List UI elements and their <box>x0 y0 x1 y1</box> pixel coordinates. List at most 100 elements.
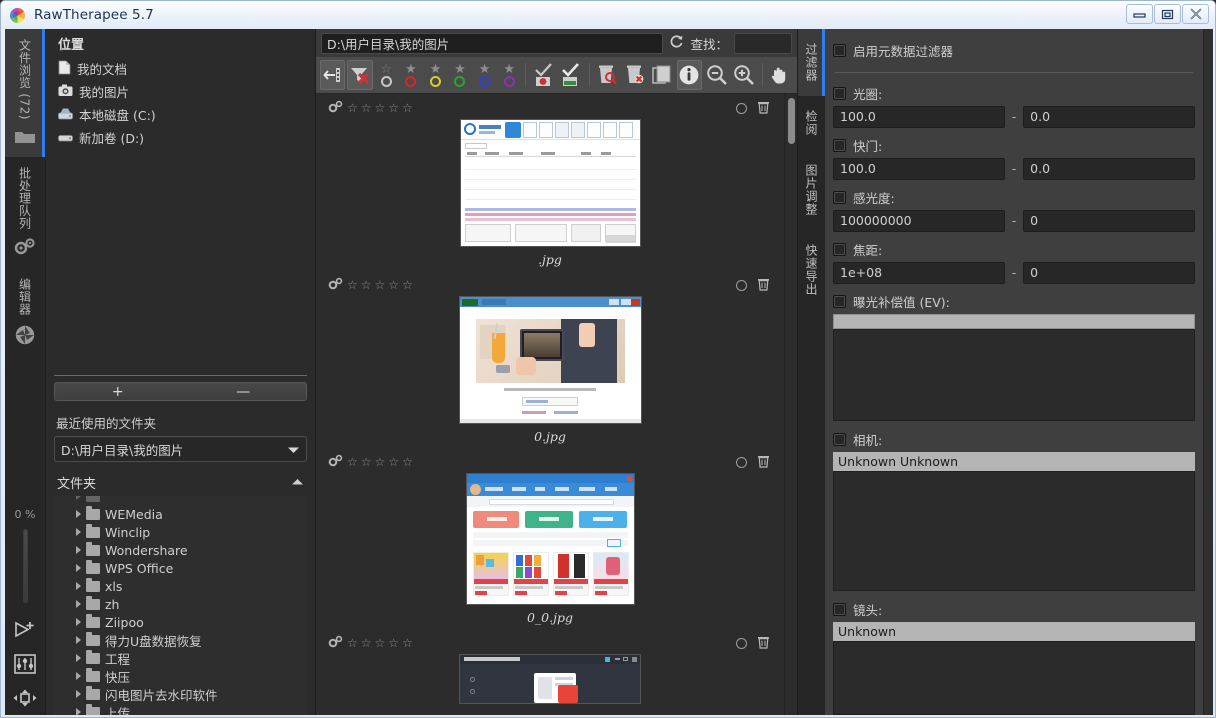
thumbnail-item[interactable]: ☆ ☆ ☆ ☆ ☆ <box>316 629 784 713</box>
star-icon[interactable]: ☆ <box>388 637 399 649</box>
star-icon[interactable]: ☆ <box>388 102 399 114</box>
thumbnail-image[interactable] <box>460 655 640 703</box>
thumbnail-item[interactable]: ☆ ☆ ☆ ☆ ☆ <box>316 448 784 629</box>
camera-list[interactable] <box>833 471 1195 592</box>
star-icon[interactable]: ☆ <box>402 102 413 114</box>
enable-metadata-filter-checkbox[interactable] <box>833 44 846 57</box>
chevron-right-icon[interactable] <box>76 528 81 536</box>
camera-checkbox[interactable] <box>833 433 846 447</box>
rating-0-filter[interactable]: ☆ <box>375 59 398 91</box>
iso-from-input[interactable]: 100000000 <box>833 209 1005 232</box>
aperture-row[interactable]: 光圈: <box>833 84 1195 103</box>
star-icon[interactable]: ☆ <box>361 279 372 291</box>
star-icon[interactable]: ☆ <box>375 102 386 114</box>
focal-length-checkbox[interactable] <box>833 242 846 256</box>
aperture-checkbox[interactable] <box>833 86 846 100</box>
thumbnail-image[interactable] <box>459 297 641 423</box>
exposure-compensation-selected-row[interactable] <box>833 313 1195 329</box>
star-icon[interactable]: ☆ <box>402 456 413 468</box>
exposure-compensation-checkbox[interactable] <box>833 294 846 308</box>
star-icon[interactable]: ☆ <box>388 456 399 468</box>
chevron-right-icon[interactable] <box>76 708 81 715</box>
sidebar-tab-file-browser[interactable]: 文件浏览 (72) <box>5 29 45 157</box>
star-icon[interactable]: ☆ <box>375 279 386 291</box>
chevron-right-icon[interactable] <box>76 672 81 680</box>
tree-row[interactable]: Wondershare <box>54 541 307 559</box>
sliders-icon[interactable] <box>5 647 45 681</box>
info-icon[interactable] <box>676 60 703 90</box>
trash-empty-icon[interactable] <box>622 60 647 90</box>
tree-row[interactable]: 上传 <box>54 703 307 715</box>
tree-row[interactable]: WPS Office <box>54 559 307 577</box>
chevron-right-icon[interactable] <box>76 582 81 590</box>
exposure-compensation-row[interactable]: 曝光补偿值 (EV): <box>833 292 1195 311</box>
thumbnail-rating[interactable]: ☆ ☆ ☆ ☆ ☆ <box>347 102 413 114</box>
close-button[interactable] <box>1182 4 1209 24</box>
path-input[interactable]: D:\用户目录\我的图片 <box>321 32 664 54</box>
focal-length-row[interactable]: 焦距: <box>833 240 1195 259</box>
place-item-new-volume-d[interactable]: 新加卷 (D:) <box>54 126 307 149</box>
trash-icon[interactable] <box>757 277 770 294</box>
tree-row[interactable]: 工程 <box>54 649 307 667</box>
trash-show-icon[interactable] <box>595 60 620 90</box>
sidebar-tab-batch-queue[interactable]: 批处理队列 <box>5 157 45 269</box>
tab-develop[interactable]: 图片调整 <box>798 150 825 230</box>
thumbnail-item[interactable]: ☆ ☆ ☆ ☆ ☆ <box>316 94 784 271</box>
place-item-pictures[interactable]: 我的图片 <box>54 80 307 103</box>
lens-list[interactable] <box>833 641 1195 715</box>
tree-row[interactable]: Winclip <box>54 523 307 541</box>
thumbnail-list[interactable]: ☆ ☆ ☆ ☆ ☆ .jpg ☆ ☆ ☆ ☆ ☆ 0.jpg ☆ ☆ ☆ ☆ ☆… <box>316 94 784 715</box>
star-icon[interactable]: ☆ <box>402 279 413 291</box>
edited-filter-icon[interactable] <box>559 60 584 90</box>
refresh-icon[interactable] <box>669 34 684 52</box>
tree-row[interactable]: Ziipoo <box>54 613 307 631</box>
thumbnail-image[interactable] <box>466 474 634 604</box>
place-item-local-disk-c[interactable]: 本地磁盘 (C:) <box>54 103 307 126</box>
chevron-right-icon[interactable] <box>76 690 81 698</box>
star-icon[interactable]: ☆ <box>347 102 358 114</box>
chevron-up-icon[interactable] <box>291 475 304 490</box>
sidebar-tab-editor[interactable]: 编辑器 <box>5 268 45 359</box>
minimize-button[interactable] <box>1126 4 1153 24</box>
shutter-from-input[interactable]: 100.0 <box>833 157 1005 180</box>
tree-row[interactable]: xls <box>54 577 307 595</box>
folder-tree[interactable]: WEMedia Winclip Wondershare WPS Office xls zh… <box>54 496 307 715</box>
clear-filters-icon[interactable] <box>347 60 373 90</box>
color-label-icon[interactable] <box>736 279 747 291</box>
thumbnail-scrollbar[interactable] <box>784 94 797 715</box>
recent-folders-dropdown[interactable]: D:\用户目录\我的图片 <box>54 436 307 462</box>
processing-profile-icon[interactable] <box>328 454 343 470</box>
star-icon[interactable]: ☆ <box>388 279 399 291</box>
iso-row[interactable]: 感光度: <box>833 188 1195 207</box>
find-input[interactable] <box>734 32 792 54</box>
tree-row[interactable]: 快压 <box>54 667 307 685</box>
chevron-right-icon[interactable] <box>76 600 81 608</box>
aperture-to-input[interactable]: 0.0 <box>1023 105 1195 128</box>
place-item-documents[interactable]: 我的文档 <box>54 57 307 80</box>
lens-checkbox[interactable] <box>833 603 846 617</box>
pan-hand-icon[interactable] <box>768 60 793 90</box>
tree-row[interactable]: WEMedia <box>54 505 307 523</box>
shutter-to-input[interactable]: 0.0 <box>1023 157 1195 180</box>
star-icon[interactable]: ☆ <box>375 456 386 468</box>
star-icon[interactable]: ☆ <box>361 102 372 114</box>
tree-row[interactable]: 闪电图片去水印软件 <box>54 685 307 703</box>
scrollbar-thumb[interactable] <box>788 98 795 144</box>
aperture-from-input[interactable]: 100.0 <box>833 105 1005 128</box>
add-place-button[interactable]: + <box>55 385 181 399</box>
star-icon[interactable]: ☆ <box>361 637 372 649</box>
processing-profile-icon[interactable] <box>328 277 343 293</box>
star-icon[interactable]: ☆ <box>347 456 358 468</box>
star-icon[interactable]: ☆ <box>375 637 386 649</box>
processing-profile-icon[interactable] <box>328 635 343 651</box>
open-previous-icon[interactable] <box>320 60 346 90</box>
maximize-button[interactable] <box>1154 4 1181 24</box>
color-label-icon[interactable] <box>736 102 747 114</box>
shutter-checkbox[interactable] <box>833 138 846 152</box>
trash-icon[interactable] <box>757 635 770 652</box>
rating-5-filter[interactable]: ★ <box>498 59 521 91</box>
thumbnail-item[interactable]: ☆ ☆ ☆ ☆ ☆ <box>316 271 784 448</box>
color-label-icon[interactable] <box>736 456 747 468</box>
shutter-row[interactable]: 快门: <box>833 136 1195 155</box>
camera-selected-item[interactable]: Unknown Unknown <box>833 452 1195 472</box>
